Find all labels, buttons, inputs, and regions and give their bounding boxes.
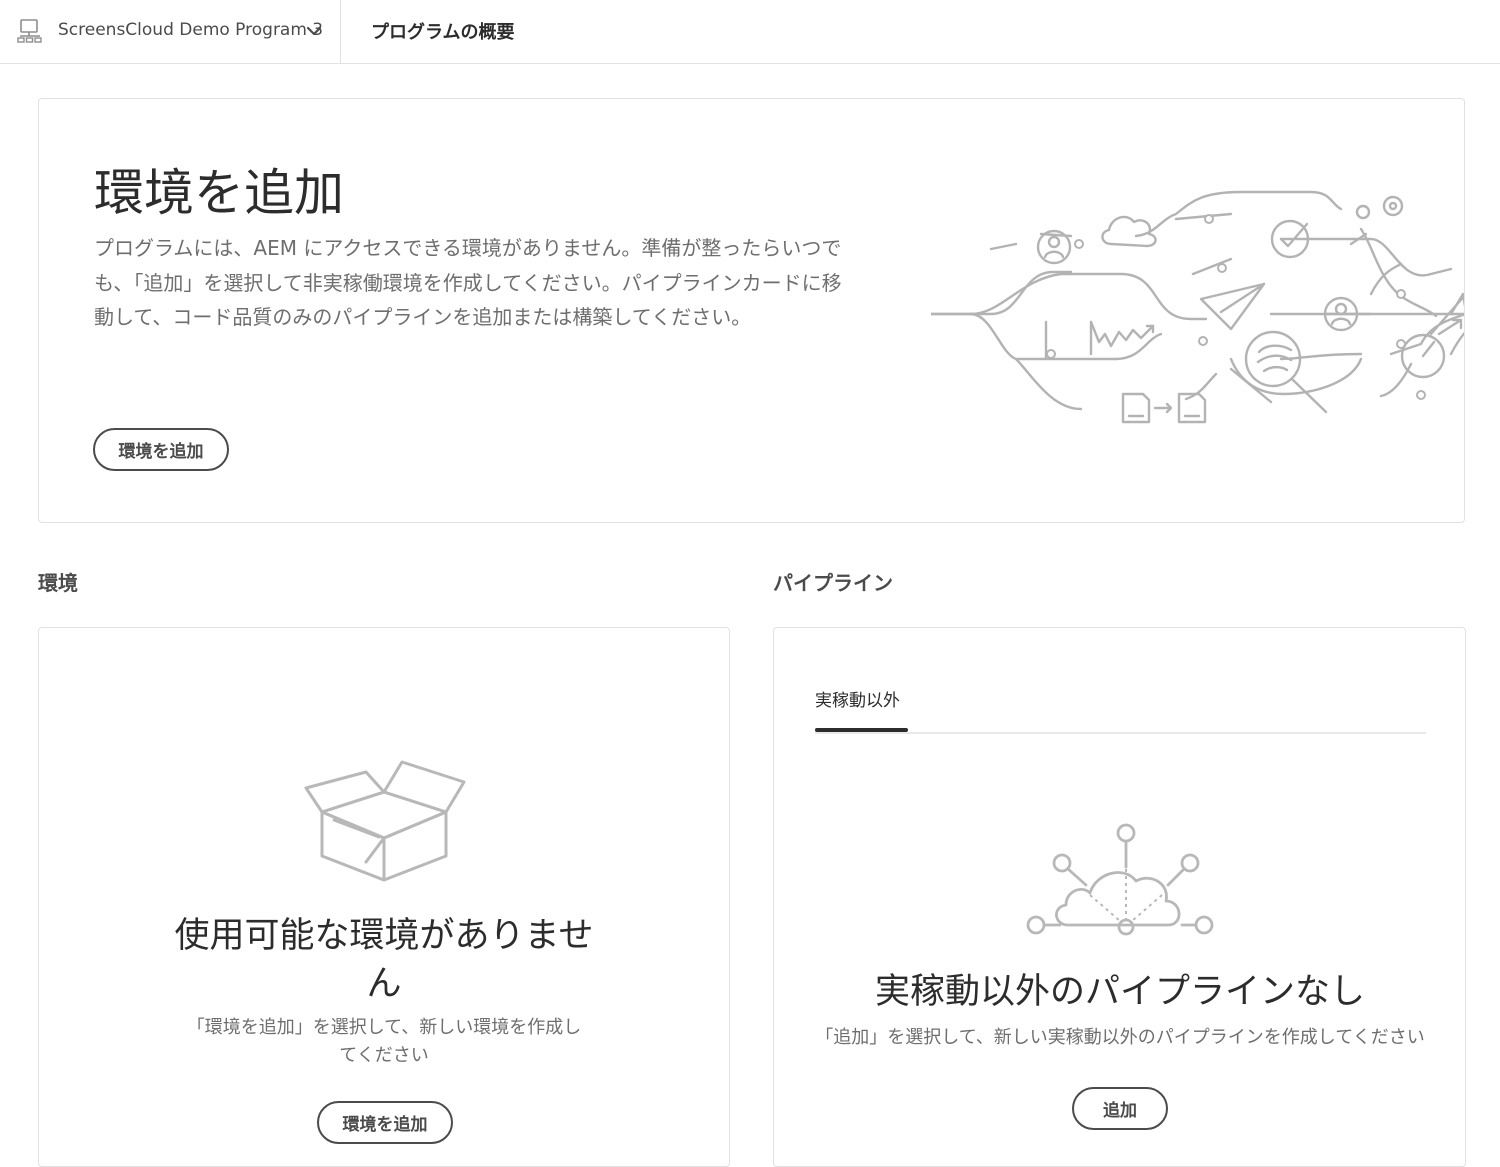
page-title: プログラムの概要 — [371, 22, 515, 43]
add-pipeline-button[interactable]: 追加 — [1072, 1087, 1168, 1130]
workflow-illustration — [931, 190, 1464, 424]
environments-empty-description: 「環境を追加」を選択して、新しい環境を作成してください — [186, 1017, 582, 1066]
environments-heading: 環境 — [38, 571, 78, 595]
hero-description: プログラムには、AEM にアクセスできる環境がありません。準備が整ったらいつでも… — [94, 236, 842, 329]
program-name: ScreensCloud Demo Program 3 — [58, 20, 324, 40]
pipelines-card: 実稼動以外 実稼動以外のパイプラインなし 「追加」を選択して、新しい実稼動以外の… — [773, 627, 1466, 1167]
pipelines-heading: パイプライン — [773, 571, 893, 595]
program-switcher[interactable]: ScreensCloud Demo Program 3 — [0, 0, 341, 63]
hero-title: 環境を追加 — [94, 164, 344, 222]
add-environment-button-secondary[interactable]: 環境を追加 — [317, 1101, 453, 1144]
chevron-down-icon[interactable] — [305, 22, 323, 40]
top-bar: ScreensCloud Demo Program 3 プログラムの概要 — [0, 0, 1500, 64]
add-environment-button[interactable]: 環境を追加 — [93, 428, 229, 471]
pipelines-empty-title: 実稼動以外のパイプラインなし — [874, 972, 1365, 1012]
program-icon — [17, 19, 42, 43]
environments-card: 使用可能な環境がありません 「環境を追加」を選択して、新しい環境を作成してくださ… — [38, 627, 730, 1167]
tab-non-production[interactable]: 実稼動以外 — [815, 684, 900, 730]
selected-tab-indicator — [815, 728, 908, 732]
cloud-network-icon — [1026, 823, 1214, 936]
pipeline-tabs: 実稼動以外 — [815, 684, 1426, 734]
open-box-icon — [304, 760, 466, 882]
pipelines-empty-description: 「追加」を選択して、新しい実稼動以外のパイプラインを作成してください — [815, 1027, 1425, 1048]
environments-empty-title: 使用可能な環境がありません — [174, 916, 594, 1004]
add-environment-card: 環境を追加 プログラムには、AEM にアクセスできる環境がありません。準備が整っ… — [38, 98, 1465, 523]
